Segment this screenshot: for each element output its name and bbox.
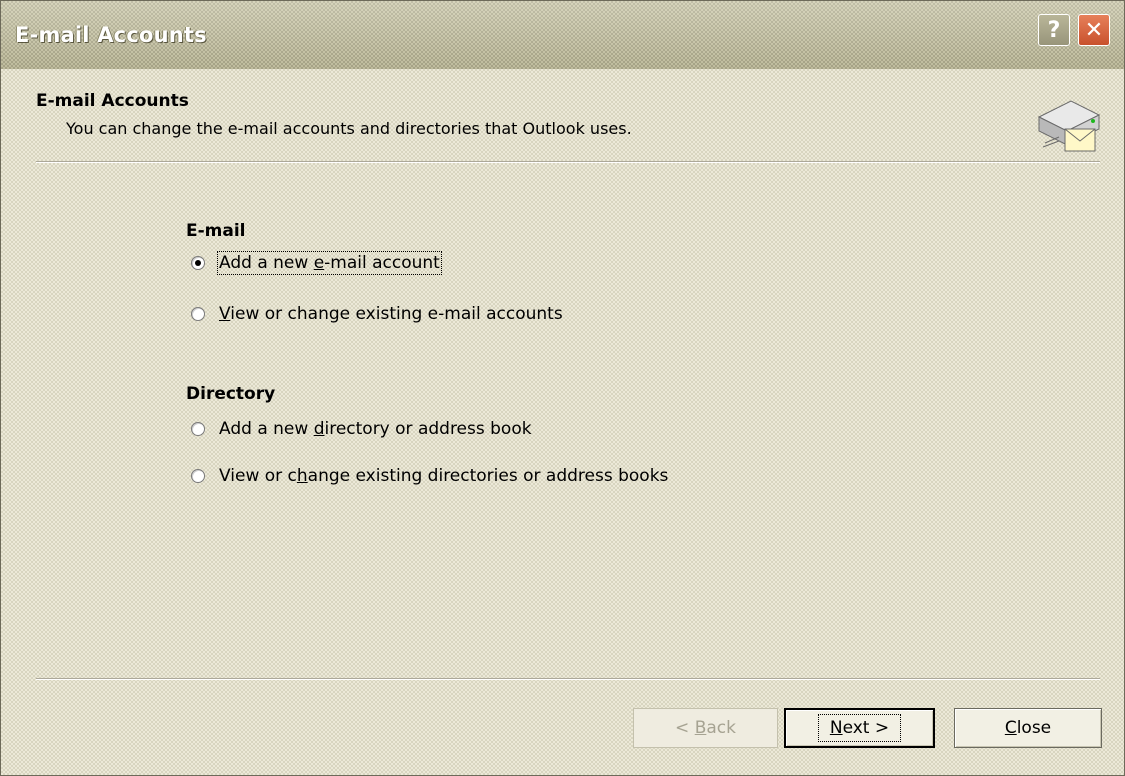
back-button-label: < Back — [675, 718, 736, 738]
header-separator — [36, 161, 1100, 163]
radio-label: View or change existing directories or a… — [219, 466, 669, 486]
help-button[interactable]: ? — [1038, 14, 1070, 46]
radio-button[interactable] — [191, 256, 205, 270]
help-icon: ? — [1047, 17, 1061, 43]
window-title: E-mail Accounts — [15, 23, 207, 47]
close-button[interactable]: Close — [954, 708, 1102, 748]
header-title: E-mail Accounts — [36, 91, 189, 111]
radio-add-email-account[interactable]: Add a new e-mail account — [191, 251, 442, 275]
footer-separator — [36, 678, 1100, 680]
email-group-label: E-mail — [186, 221, 246, 241]
email-server-icon — [1037, 100, 1101, 152]
email-accounts-dialog: E-mail Accounts ? ✕ E-mail Accounts You … — [0, 0, 1125, 776]
header-subtitle: You can change the e-mail accounts and d… — [66, 119, 632, 138]
dialog-header: E-mail Accounts You can change the e-mai… — [1, 69, 1124, 167]
radio-add-directory[interactable]: Add a new directory or address book — [191, 419, 532, 439]
next-button-label: Next > — [817, 714, 902, 742]
back-button[interactable]: < Back — [633, 708, 778, 748]
radio-button[interactable] — [191, 307, 205, 321]
directory-group-label: Directory — [186, 384, 276, 404]
radio-button[interactable] — [191, 422, 205, 436]
radio-button[interactable] — [191, 469, 205, 483]
close-window-button[interactable]: ✕ — [1078, 14, 1110, 46]
radio-label: View or change existing e-mail accounts — [219, 304, 563, 324]
close-icon: ✕ — [1084, 17, 1104, 43]
radio-label: Add a new e-mail account — [217, 251, 442, 275]
next-button[interactable]: Next > — [784, 708, 935, 748]
radio-view-directories[interactable]: View or change existing directories or a… — [191, 466, 668, 486]
radio-label: Add a new directory or address book — [219, 419, 532, 439]
close-button-label: Close — [1004, 718, 1052, 738]
radio-view-email-accounts[interactable]: View or change existing e-mail accounts — [191, 304, 563, 324]
title-bar[interactable]: E-mail Accounts ? ✕ — [1, 1, 1124, 69]
